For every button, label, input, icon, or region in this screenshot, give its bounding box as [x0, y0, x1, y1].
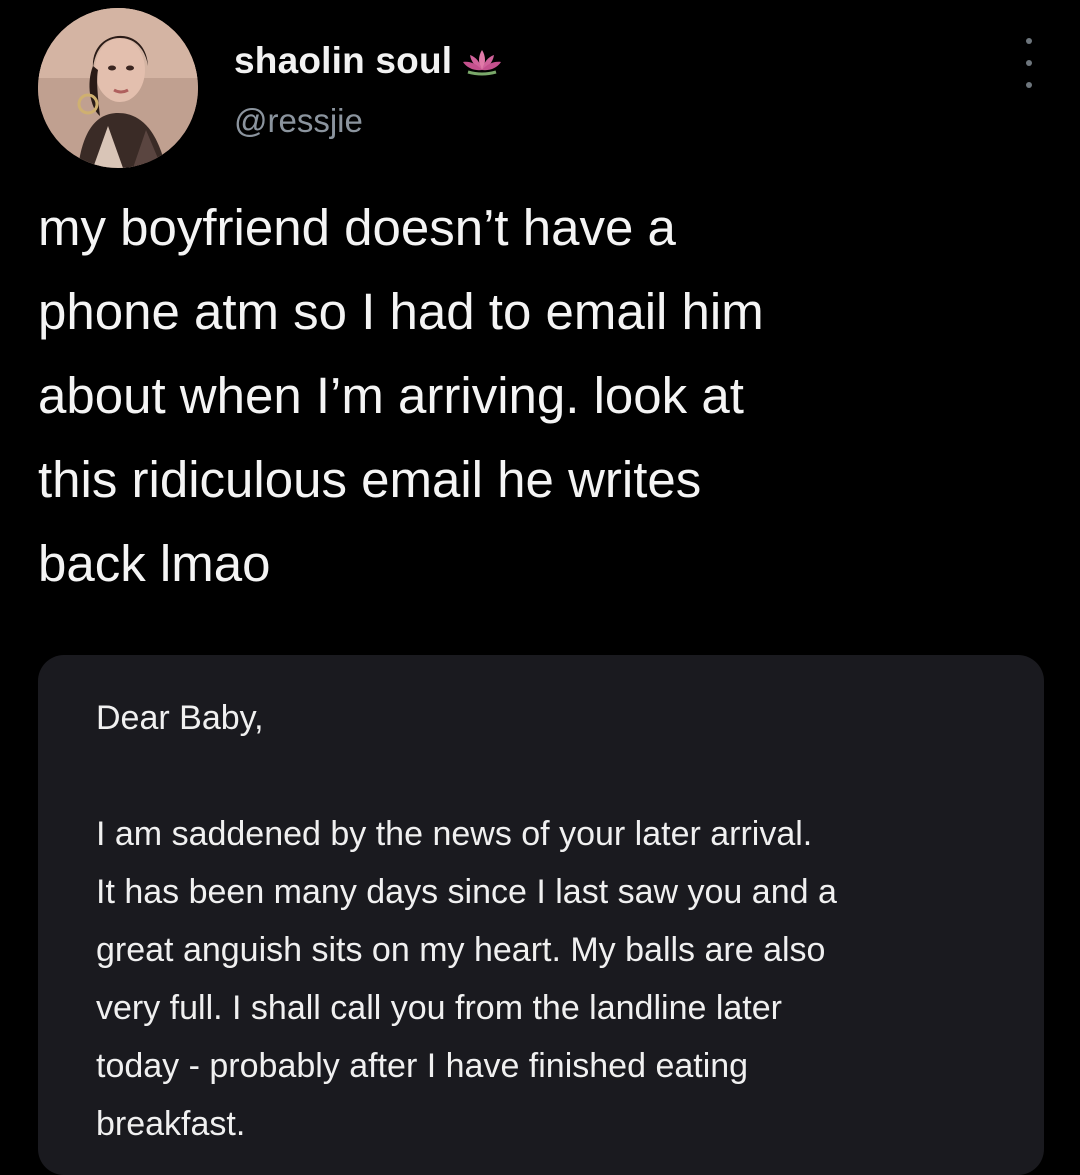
display-name-row: shaolin soul [234, 38, 502, 84]
vertical-ellipsis-icon [1026, 60, 1032, 66]
vertical-ellipsis-icon [1026, 38, 1032, 44]
author-names: shaolin soul @ressjie [234, 38, 502, 140]
email-body: I am saddened by the news of your later … [96, 815, 837, 1143]
profile-photo-icon [38, 8, 198, 168]
more-options-button[interactable] [1016, 38, 1042, 88]
display-name[interactable]: shaolin soul [234, 40, 452, 82]
tweet-header: shaolin soul @ressjie [38, 8, 1048, 168]
vertical-ellipsis-icon [1026, 82, 1032, 88]
email-greeting: Dear Baby, [96, 699, 264, 737]
handle[interactable]: @ressjie [234, 102, 502, 140]
tweet: shaolin soul @ressjie my boyfriend doesn… [0, 0, 1080, 1175]
lotus-icon [462, 46, 502, 76]
email-screenshot: Dear Baby, I am saddened by the news of … [38, 655, 1044, 1175]
avatar[interactable] [38, 8, 198, 168]
tweet-text: my boyfriend doesn’t have a phone atm so… [38, 199, 764, 592]
